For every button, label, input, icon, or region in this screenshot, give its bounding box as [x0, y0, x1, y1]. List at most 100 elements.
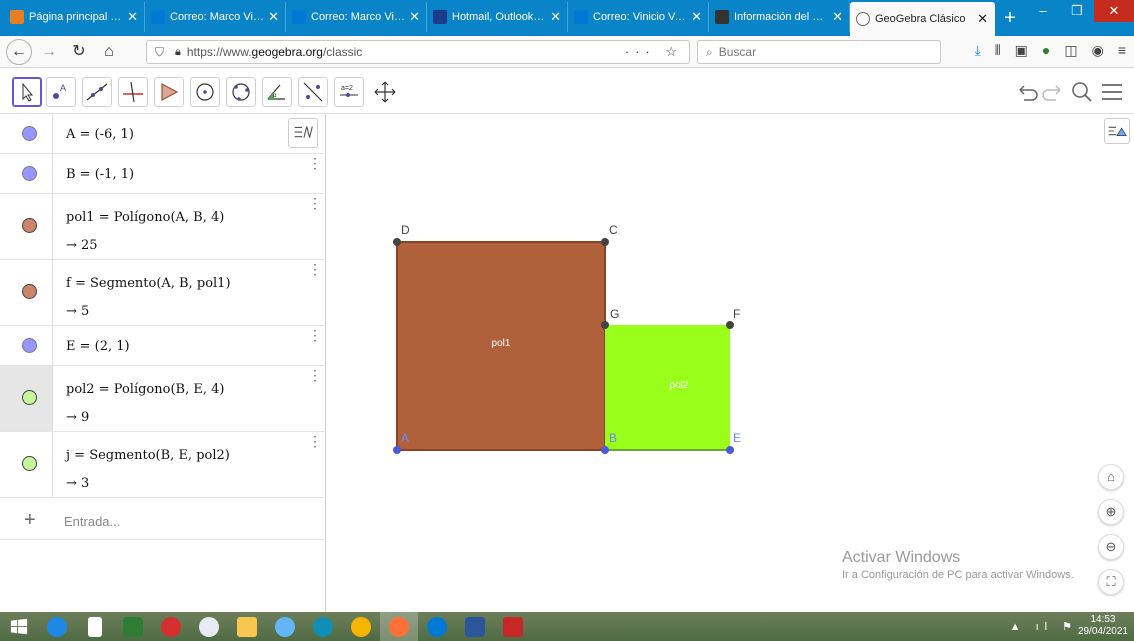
point-e[interactable] [726, 446, 734, 454]
windows-start-icon[interactable] [0, 612, 38, 641]
close-icon[interactable]: ✕ [127, 9, 138, 25]
browser-tab[interactable]: Correo: Marco Vinicio ✕ [286, 2, 427, 32]
undo-icon[interactable] [1012, 78, 1040, 106]
geogebra-app-icon[interactable] [190, 612, 228, 641]
close-icon[interactable]: ✕ [691, 9, 702, 25]
algebra-row[interactable]: f = Segmento(A, B, pol1) → 5 ⋮ [0, 260, 326, 326]
close-icon[interactable]: ✕ [832, 9, 843, 25]
graphics-style-bar-icon[interactable] [1104, 118, 1130, 144]
algebra-row-selected[interactable]: pol2 = Polígono(B, E, 4) → 9 ⋮ [0, 366, 326, 432]
algebra-expression[interactable]: f = Segmento(A, B, pol1) [66, 276, 231, 291]
zoom-out-icon[interactable]: ⊖ [1098, 534, 1124, 560]
download-icon[interactable]: ⤓ [975, 42, 981, 59]
point-c[interactable] [601, 238, 609, 246]
zoom-in-icon[interactable]: ⊕ [1098, 499, 1124, 525]
clock[interactable]: 14:53 29/04/2021 [1078, 614, 1128, 638]
algebra-expression[interactable]: j = Segmento(B, E, pol2) [66, 448, 230, 463]
close-icon[interactable]: ✕ [268, 9, 279, 25]
algebra-expression[interactable]: B = (-1, 1) [66, 167, 134, 182]
shield-icon[interactable]: ⛉ [155, 45, 169, 60]
more-options-icon[interactable]: ⋮ [308, 368, 322, 382]
word-icon[interactable] [456, 612, 494, 641]
graphics-view[interactable]: pol1 pol2 A B E C D G F ⌂ ⊕ ⊖ ⛶ Activar … [327, 114, 1134, 612]
home-icon[interactable]: ⌂ [1098, 464, 1124, 490]
slider-tool-icon[interactable]: a=2 [334, 77, 364, 107]
edge-icon[interactable] [304, 612, 342, 641]
restore-icon[interactable]: ❐ [1060, 0, 1094, 22]
point-b[interactable] [601, 446, 609, 454]
reload-icon[interactable]: ↻ [66, 39, 92, 65]
point-a[interactable] [393, 446, 401, 454]
store-icon[interactable] [114, 612, 152, 641]
search-input[interactable]: ⌕ Buscar [697, 40, 941, 64]
visibility-toggle[interactable] [22, 338, 37, 353]
visibility-toggle[interactable] [22, 126, 37, 141]
back-icon[interactable]: ← [6, 38, 32, 65]
line-tool-icon[interactable] [82, 77, 112, 107]
algebra-row[interactable]: j = Segmento(B, E, pol2) → 3 ⋮ [0, 432, 326, 498]
algebra-expression[interactable]: E = (2, 1) [66, 339, 130, 354]
point-g[interactable] [601, 321, 609, 329]
browser-tab[interactable]: Información del Pro ✕ [709, 2, 850, 32]
algebra-row[interactable]: pol1 = Polígono(A, B, 4) → 25 ⋮ [0, 194, 326, 260]
acrobat-icon[interactable] [494, 612, 532, 641]
close-icon[interactable]: ✕ [550, 9, 561, 25]
algebra-row[interactable]: A = (-6, 1) [0, 114, 326, 154]
more-options-icon[interactable]: ⋮ [308, 328, 322, 342]
algebra-expression[interactable]: pol2 = Polígono(B, E, 4) [66, 382, 224, 397]
library-icon[interactable]: ⫴ [995, 42, 1001, 59]
algebra-row[interactable]: B = (-1, 1) ⋮ [0, 154, 326, 194]
browser-tab[interactable]: Página principal del ✕ [4, 2, 145, 32]
screenshot-icon[interactable]: ▣ [1015, 42, 1028, 59]
more-options-icon[interactable]: ⋮ [308, 196, 322, 210]
angle-tool-icon[interactable]: α [262, 77, 292, 107]
reflect-tool-icon[interactable] [298, 77, 328, 107]
point-d[interactable] [393, 238, 401, 246]
pol2-polygon[interactable] [605, 325, 730, 450]
fullscreen-icon[interactable]: ⛶ [1098, 569, 1124, 595]
minimize-icon[interactable]: – [1026, 0, 1060, 22]
algebra-expression[interactable]: A = (-6, 1) [66, 127, 134, 142]
new-tab-button[interactable]: + [995, 7, 1025, 30]
visibility-toggle[interactable] [22, 284, 37, 299]
more-options-icon[interactable]: ⋮ [308, 262, 322, 276]
perpendicular-tool-icon[interactable] [118, 77, 148, 107]
point-f[interactable] [726, 321, 734, 329]
polygon-tool-icon[interactable] [154, 77, 184, 107]
more-options-icon[interactable]: ⋮ [308, 156, 322, 170]
visibility-toggle[interactable] [22, 218, 37, 233]
circle-three-points-icon[interactable] [226, 77, 256, 107]
forward-icon[interactable]: → [36, 39, 62, 65]
opera-icon[interactable] [152, 612, 190, 641]
graphics-canvas[interactable]: pol1 pol2 A B E C D G F [327, 114, 1134, 612]
redo-icon[interactable] [1040, 78, 1068, 106]
home-icon[interactable]: ⌂ [96, 39, 122, 65]
firefox-icon[interactable] [380, 612, 418, 641]
file-icon[interactable] [76, 612, 114, 641]
browser-tab-active[interactable]: GeoGebra Clásico ✕ [850, 2, 995, 36]
visibility-toggle[interactable] [22, 456, 37, 471]
algebra-row[interactable]: E = (2, 1) ⋮ [0, 326, 326, 366]
visibility-toggle[interactable] [22, 166, 37, 181]
search-icon[interactable] [1068, 78, 1096, 106]
input-bar[interactable]: + Entrada... [0, 504, 326, 540]
browser-tab[interactable]: Hotmail, Outlook, Si ✕ [427, 2, 568, 32]
close-icon[interactable]: ✕ [977, 11, 988, 27]
cortana-icon[interactable] [418, 612, 456, 641]
page-actions[interactable]: ··· ☆ [625, 44, 683, 60]
close-window-icon[interactable]: ✕ [1094, 0, 1134, 22]
app-blue-icon[interactable] [266, 612, 304, 641]
chrome-icon[interactable] [342, 612, 380, 641]
url-bar[interactable]: ⛉ 🔒︎ https://www.geogebra.org/classic ··… [146, 40, 690, 64]
hamburger-menu-icon[interactable] [1098, 78, 1126, 106]
file-explorer-icon[interactable] [228, 612, 266, 641]
move-tool-icon[interactable] [12, 77, 42, 107]
edge-legacy-icon[interactable] [38, 612, 76, 641]
move-graphics-icon[interactable] [370, 77, 400, 107]
point-tool-icon[interactable]: A [46, 77, 76, 107]
algebra-expression[interactable]: pol1 = Polígono(A, B, 4) [66, 210, 224, 225]
menu-icon[interactable]: ≡ [1118, 42, 1126, 59]
browser-tab[interactable]: Correo: Vinicio Vasq ✕ [568, 2, 709, 32]
circle-center-tool-icon[interactable] [190, 77, 220, 107]
algebra-description-icon[interactable] [288, 118, 318, 148]
